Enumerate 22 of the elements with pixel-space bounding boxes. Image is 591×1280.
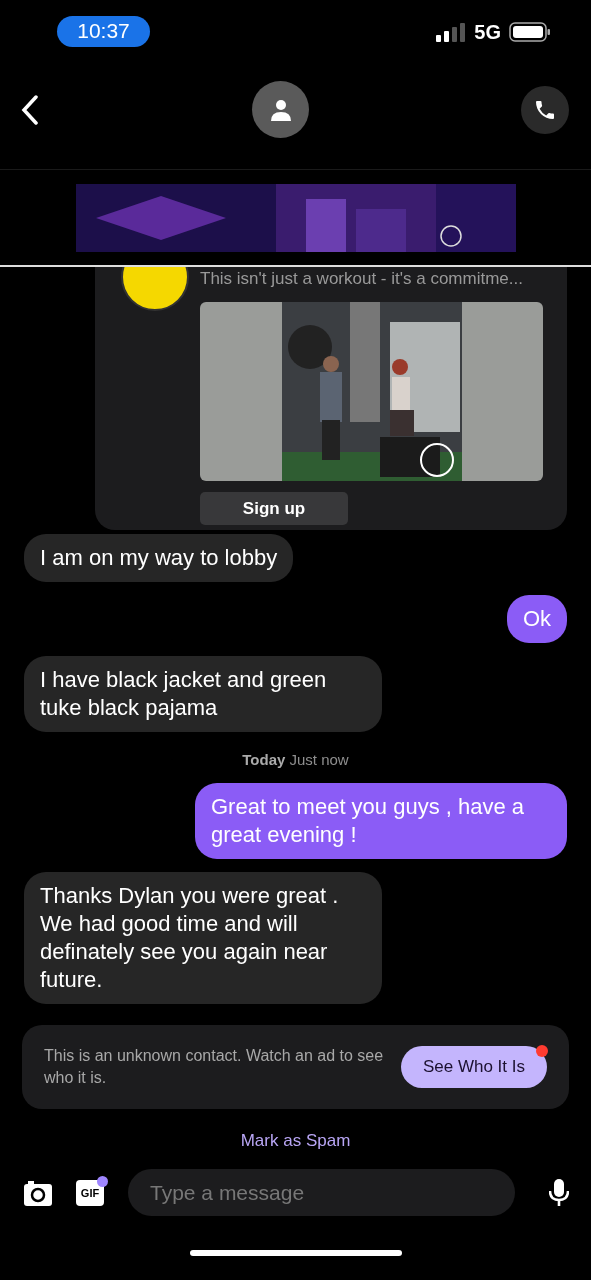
microphone-icon[interactable] (549, 1178, 569, 1207)
message-input[interactable]: Type a message (128, 1169, 515, 1216)
signal-icon (436, 22, 467, 42)
person-icon (268, 97, 293, 122)
message-bubble: Thanks Dylan you were great . We had good time and will definately see you again near future. (24, 872, 382, 1004)
camera-icon[interactable] (24, 1179, 52, 1206)
mark-spam-link[interactable]: Mark as Spam (240, 1131, 351, 1151)
message-timestamp: Today Just now (241, 751, 350, 768)
battery-icon (509, 22, 551, 42)
see-who-button[interactable]: See Who It Is (400, 1046, 547, 1088)
message-bubble: Ok (506, 595, 567, 643)
unknown-contact-text: This is an unknown contact. Watch an ad to see who it is. (44, 1046, 385, 1088)
message-bubble: Great to meet you guys , have a great evening ! (195, 783, 567, 859)
contact-avatar[interactable] (252, 81, 309, 138)
status-time: 10:37 (57, 15, 150, 47)
ad-description: This isn't just a workout - it's a commitme... (200, 269, 524, 289)
back-icon[interactable] (20, 94, 40, 125)
sign-up-button[interactable]: Sign up (200, 492, 348, 525)
message-bubble: I have black jacket and green tuke black pajama (24, 656, 382, 732)
message-bubble: I am on my way to lobby (24, 534, 294, 582)
network-label: 5G (474, 20, 501, 44)
call-button[interactable] (521, 85, 569, 134)
